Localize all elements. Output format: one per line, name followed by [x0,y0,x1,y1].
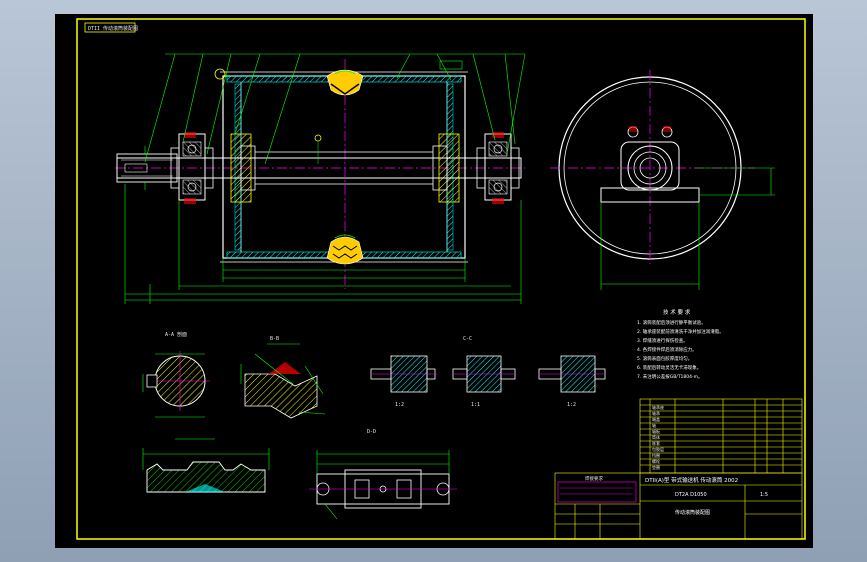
notes-box-label: 焊接要求 [585,475,603,482]
tech-line-3: 3. 焊缝须进行探伤检查。 [637,337,688,344]
part-9: 挡圈 [652,452,660,458]
cad-drawing: DTII 传动滚筒装配图 A-A 剖面 B-B C-C 1:2 1:1 1:2 … [76,18,806,540]
drawing-frame [76,18,806,540]
tech-line-6: 6. 装配后转动灵活无卡滞现象。 [637,364,701,371]
technical-requirements: 技 术 要 求 1. 滚筒装配后须进行静平衡试验。 2. 轴承座装配前须清洗干净… [637,308,724,380]
part-3: 端盖 [652,416,660,422]
tech-line-5: 5. 滚筒表面包胶厚度均匀。 [637,355,692,362]
bearing-assembly-plan: D-D [309,429,457,520]
notes-box [557,481,637,503]
part-4: 轴 [652,422,656,428]
part-10: 螺栓 [652,458,660,464]
top-tag: DTII 传动滚筒装配图 [88,25,138,32]
part-2: 轴承 [652,410,660,416]
section-label-1: A-A 剖面 [165,331,187,338]
part-1: 轴承座 [652,404,664,410]
title-scale: 1:5 [760,492,768,498]
part-11: 垫圈 [652,464,660,470]
pulley-side-view [550,70,775,290]
title-drawing-no: DT2A D1050 [675,492,707,498]
title-name: 传动滚筒装配图 [675,509,710,516]
pulley-front-view [115,53,526,304]
drawing-canvas: DTII 传动滚筒装配图 A-A 剖面 B-B C-C 1:2 1:1 1:2 … [55,14,813,548]
part-7: 胀套 [652,440,660,446]
weld-detail: B-B [240,336,326,419]
title-main: DTII(A)型 带式输送机 传动滚筒 2002 [645,476,738,484]
scale-label-2: 1:1 [471,402,480,408]
section-label-2: B-B [270,336,279,342]
tech-title: 技 术 要 求 [663,308,691,316]
part-8: 包胶层 [652,446,664,452]
section-circle-detail: A-A 剖面 [142,331,210,418]
scale-label-3: 1:2 [567,402,576,408]
tech-line-1: 1. 滚筒装配后须进行静平衡试验。 [637,319,706,326]
parts-list [639,398,803,474]
key-section-views: C-C 1:2 1:1 1:2 [370,336,606,408]
part-6: 筒体 [652,434,660,440]
tech-line-7: 7. 未注明公差按GB/T1804-m。 [637,373,703,380]
scale-label-1: 1:2 [395,402,404,408]
section-label-4: D-D [367,429,376,435]
section-label-3: C-C [463,336,472,342]
tech-line-4: 4. 各焊接件焊后须消除应力。 [637,346,697,353]
part-5: 辐板 [652,428,660,434]
tech-line-2: 2. 轴承座装配前须清洗干净并加注润滑脂。 [637,328,724,335]
keyway-profile-section [142,438,270,493]
parts-list-entries: 轴承座 轴承 端盖 轴 辐板 筒体 胀套 包胶层 挡圈 螺栓 垫圈 [652,404,664,470]
